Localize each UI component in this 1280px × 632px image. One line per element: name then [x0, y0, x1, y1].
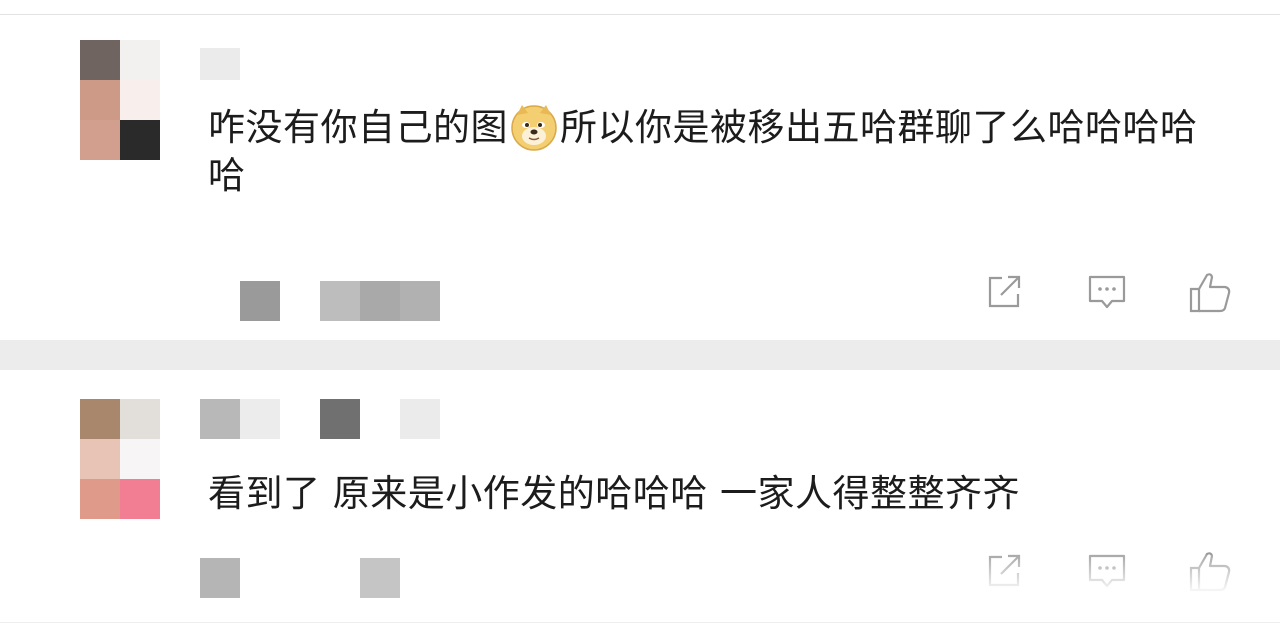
comment-actions — [980, 267, 1240, 317]
top-border — [0, 14, 1280, 15]
avatar[interactable] — [80, 40, 160, 160]
doge-emoji-icon — [511, 105, 557, 151]
avatar[interactable] — [80, 399, 160, 519]
share-button[interactable] — [980, 267, 1030, 317]
comment-text-part: 咋没有你自己的图 — [208, 106, 508, 149]
comment-divider — [0, 340, 1280, 370]
comment-icon — [1088, 275, 1126, 309]
share-icon — [988, 275, 1021, 308]
bottom-border — [0, 622, 1280, 623]
comment-text: 看到了 原来是小作发的哈哈哈 一家人得整整齐齐 — [208, 472, 1021, 515]
like-icon — [1189, 273, 1231, 313]
reply-button[interactable] — [1082, 267, 1132, 317]
comment-text: 咋没有你自己的图 所以你是被移出五哈群聊了么哈哈哈哈哈 — [208, 103, 1208, 200]
like-button[interactable] — [1185, 267, 1235, 317]
bottom-fade-overlay — [960, 555, 1280, 632]
